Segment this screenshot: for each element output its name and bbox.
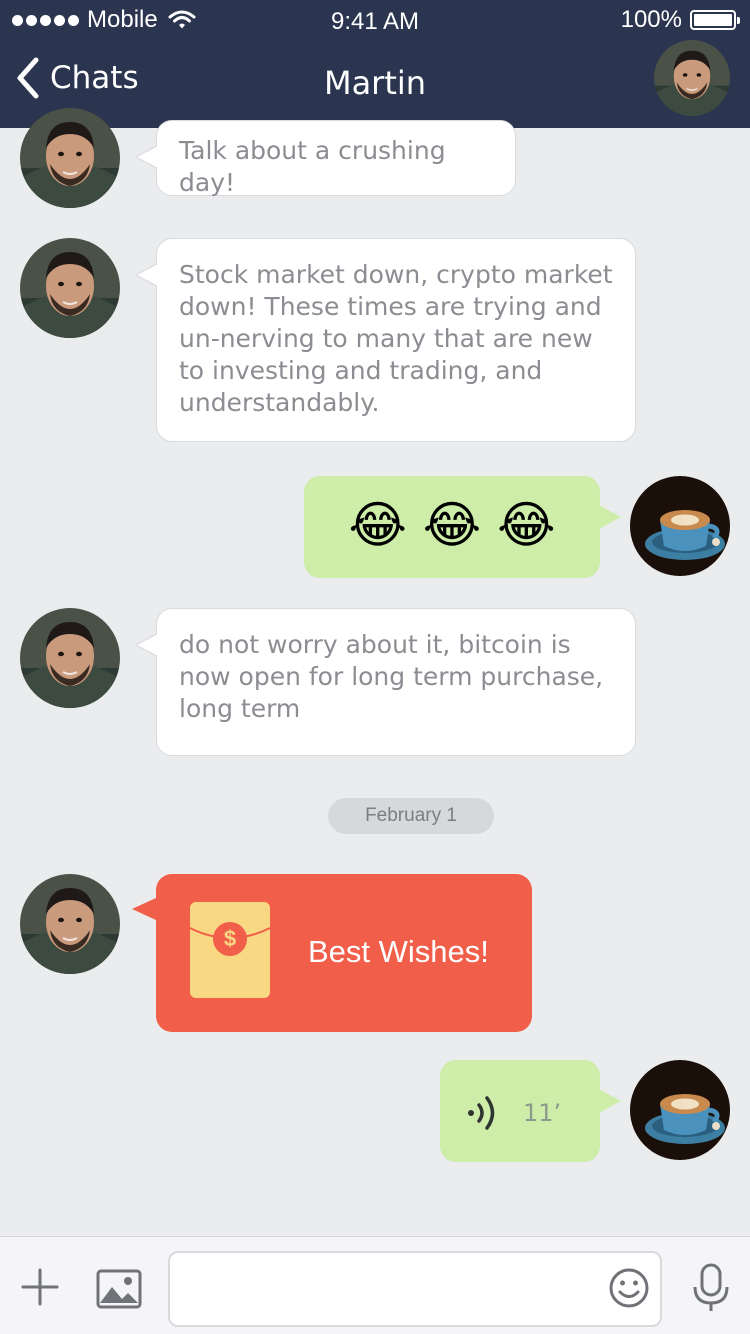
contact-avatar[interactable] [654, 40, 730, 116]
message-text: Stock market down, crypto market down! T… [179, 260, 613, 417]
chat-header: Mobile 9:41 AM 100% Chats Martin [0, 0, 750, 128]
battery-percent: 100% [620, 6, 682, 33]
message-text: do not worry about it, bitcoin is now op… [179, 630, 604, 723]
message-text: Talk about a crushing day! [179, 136, 446, 197]
voice-record-button[interactable] [692, 1263, 730, 1313]
microphone-icon [693, 1263, 729, 1311]
image-button[interactable] [96, 1269, 142, 1309]
emoji-message: 😂 😂 😂 [348, 496, 556, 554]
emoji-icon [609, 1268, 649, 1308]
red-envelope-message[interactable]: $ Best Wishes! [132, 874, 532, 1032]
message-bubble-outgoing[interactable]: 😂 😂 😂 [304, 476, 621, 578]
message-bubble[interactable]: Talk about a crushing day! [135, 120, 516, 197]
my-avatar[interactable] [630, 1060, 730, 1160]
plus-icon [21, 1268, 59, 1306]
message-input-bar [0, 1236, 750, 1334]
avatar[interactable] [20, 238, 120, 338]
battery-icon [690, 10, 740, 30]
avatar[interactable] [20, 874, 120, 974]
dollar-coin-icon: $ [213, 922, 247, 956]
voice-wave-icon [468, 1096, 495, 1130]
message-bubble[interactable]: Stock market down, crypto market down! T… [135, 238, 636, 442]
status-bar: Mobile 9:41 AM 100% [0, 0, 750, 40]
voice-duration: 11’ [523, 1099, 562, 1127]
add-button[interactable] [20, 1267, 60, 1307]
page-title: Martin [323, 64, 427, 102]
emoji-button[interactable] [608, 1267, 650, 1309]
message-input[interactable] [168, 1251, 662, 1327]
message-bubble[interactable]: do not worry about it, bitcoin is now op… [135, 608, 636, 756]
avatar[interactable] [20, 108, 120, 208]
voice-message-bubble[interactable]: 11’ [440, 1060, 621, 1162]
avatar[interactable] [20, 608, 120, 708]
red-envelope-label: Best Wishes! [308, 934, 489, 969]
image-icon [96, 1269, 142, 1309]
date-divider: February 1 [328, 798, 494, 834]
status-right: 100% [620, 6, 740, 34]
red-envelope-icon: $ [190, 902, 270, 998]
my-avatar[interactable] [630, 476, 730, 576]
